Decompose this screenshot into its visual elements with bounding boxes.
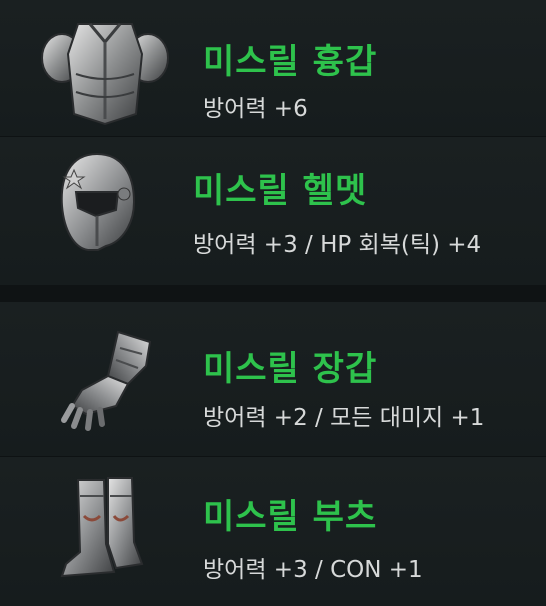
item-stat: 방어력 +6 [203, 96, 308, 122]
item-name: 미스릴 장갑 [203, 349, 378, 389]
item-name: 미스릴 흉갑 [203, 42, 378, 82]
item-stat: 방어력 +2 / 모든 대미지 +1 [203, 405, 485, 431]
boots-icon [56, 472, 146, 584]
chest-armor-icon [40, 14, 170, 126]
item-name: 미스릴 부츠 [203, 497, 378, 537]
item-stat: 방어력 +3 / HP 회복(틱) +4 [193, 232, 482, 258]
item-name: 미스릴 헬멧 [193, 171, 368, 211]
item-stat: 방어력 +3 / CON +1 [203, 557, 423, 583]
helmet-icon [56, 150, 138, 254]
group-separator [0, 285, 546, 302]
equipment-tooltip-panel: 미스릴 흉갑 방어력 +6 미스릴 헬멧 방어력 +3 / HP 회복(틱) +… [0, 0, 546, 606]
gauntlet-icon [58, 328, 158, 432]
